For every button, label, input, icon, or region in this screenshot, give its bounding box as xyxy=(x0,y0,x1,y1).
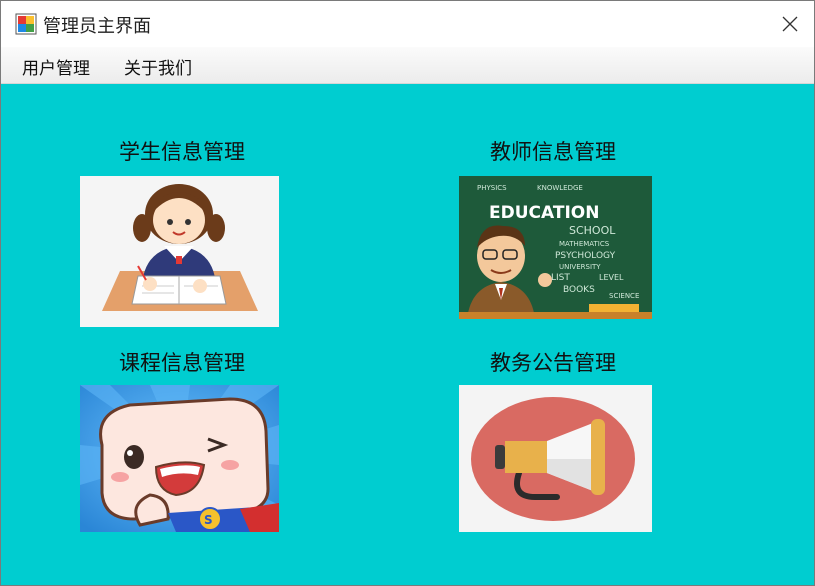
tile-label-teacher-management: 教师信息管理 xyxy=(490,140,616,164)
close-icon xyxy=(782,16,798,32)
student-studying-icon xyxy=(102,184,258,311)
app-window: 管理员主界面 用户管理 关于我们 学生信息管理 教师信息管理 PHYSICS K… xyxy=(0,0,815,586)
svg-text:SCIENCE: SCIENCE xyxy=(609,292,639,300)
student-management-button[interactable] xyxy=(80,176,279,327)
teacher-management-button[interactable]: PHYSICS KNOWLEDGE EDUCATION SCHOOL MATHE… xyxy=(459,176,652,319)
menu-item-user-management[interactable]: 用户管理 xyxy=(20,54,92,79)
tile-label-announcement-management: 教务公告管理 xyxy=(490,351,616,375)
app-icon xyxy=(15,13,37,35)
teacher-chalkboard-icon: PHYSICS KNOWLEDGE EDUCATION SCHOOL MATHE… xyxy=(459,176,652,319)
svg-text:S: S xyxy=(204,513,213,527)
winking-cube-mascot-icon: S xyxy=(80,385,279,532)
main-panel: 学生信息管理 教师信息管理 PHYSICS KNOWLEDGE EDUCATIO… xyxy=(1,84,814,585)
tile-label-student-management: 学生信息管理 xyxy=(119,140,245,164)
window-title: 管理员主界面 xyxy=(43,16,151,37)
announcement-management-button[interactable] xyxy=(459,385,652,532)
svg-text:EDUCATION: EDUCATION xyxy=(489,203,599,223)
course-management-button[interactable]: S xyxy=(80,385,279,532)
close-button[interactable] xyxy=(766,1,814,47)
megaphone-icon xyxy=(471,397,635,521)
svg-text:BOOKS: BOOKS xyxy=(563,285,595,295)
menu-bar: 用户管理 关于我们 xyxy=(1,47,814,84)
title-bar[interactable]: 管理员主界面 xyxy=(1,1,814,47)
svg-text:MATHEMATICS: MATHEMATICS xyxy=(559,240,610,248)
svg-text:KNOWLEDGE: KNOWLEDGE xyxy=(537,184,583,192)
svg-text:LIST: LIST xyxy=(551,273,570,283)
svg-text:SCHOOL: SCHOOL xyxy=(569,224,616,237)
menu-item-about-us[interactable]: 关于我们 xyxy=(122,54,194,79)
svg-text:UNIVERSITY: UNIVERSITY xyxy=(559,263,601,271)
svg-text:PSYCHOLOGY: PSYCHOLOGY xyxy=(555,251,616,261)
svg-text:PHYSICS: PHYSICS xyxy=(477,184,507,192)
svg-text:LEVEL: LEVEL xyxy=(599,273,624,282)
tile-label-course-management: 课程信息管理 xyxy=(119,351,245,375)
